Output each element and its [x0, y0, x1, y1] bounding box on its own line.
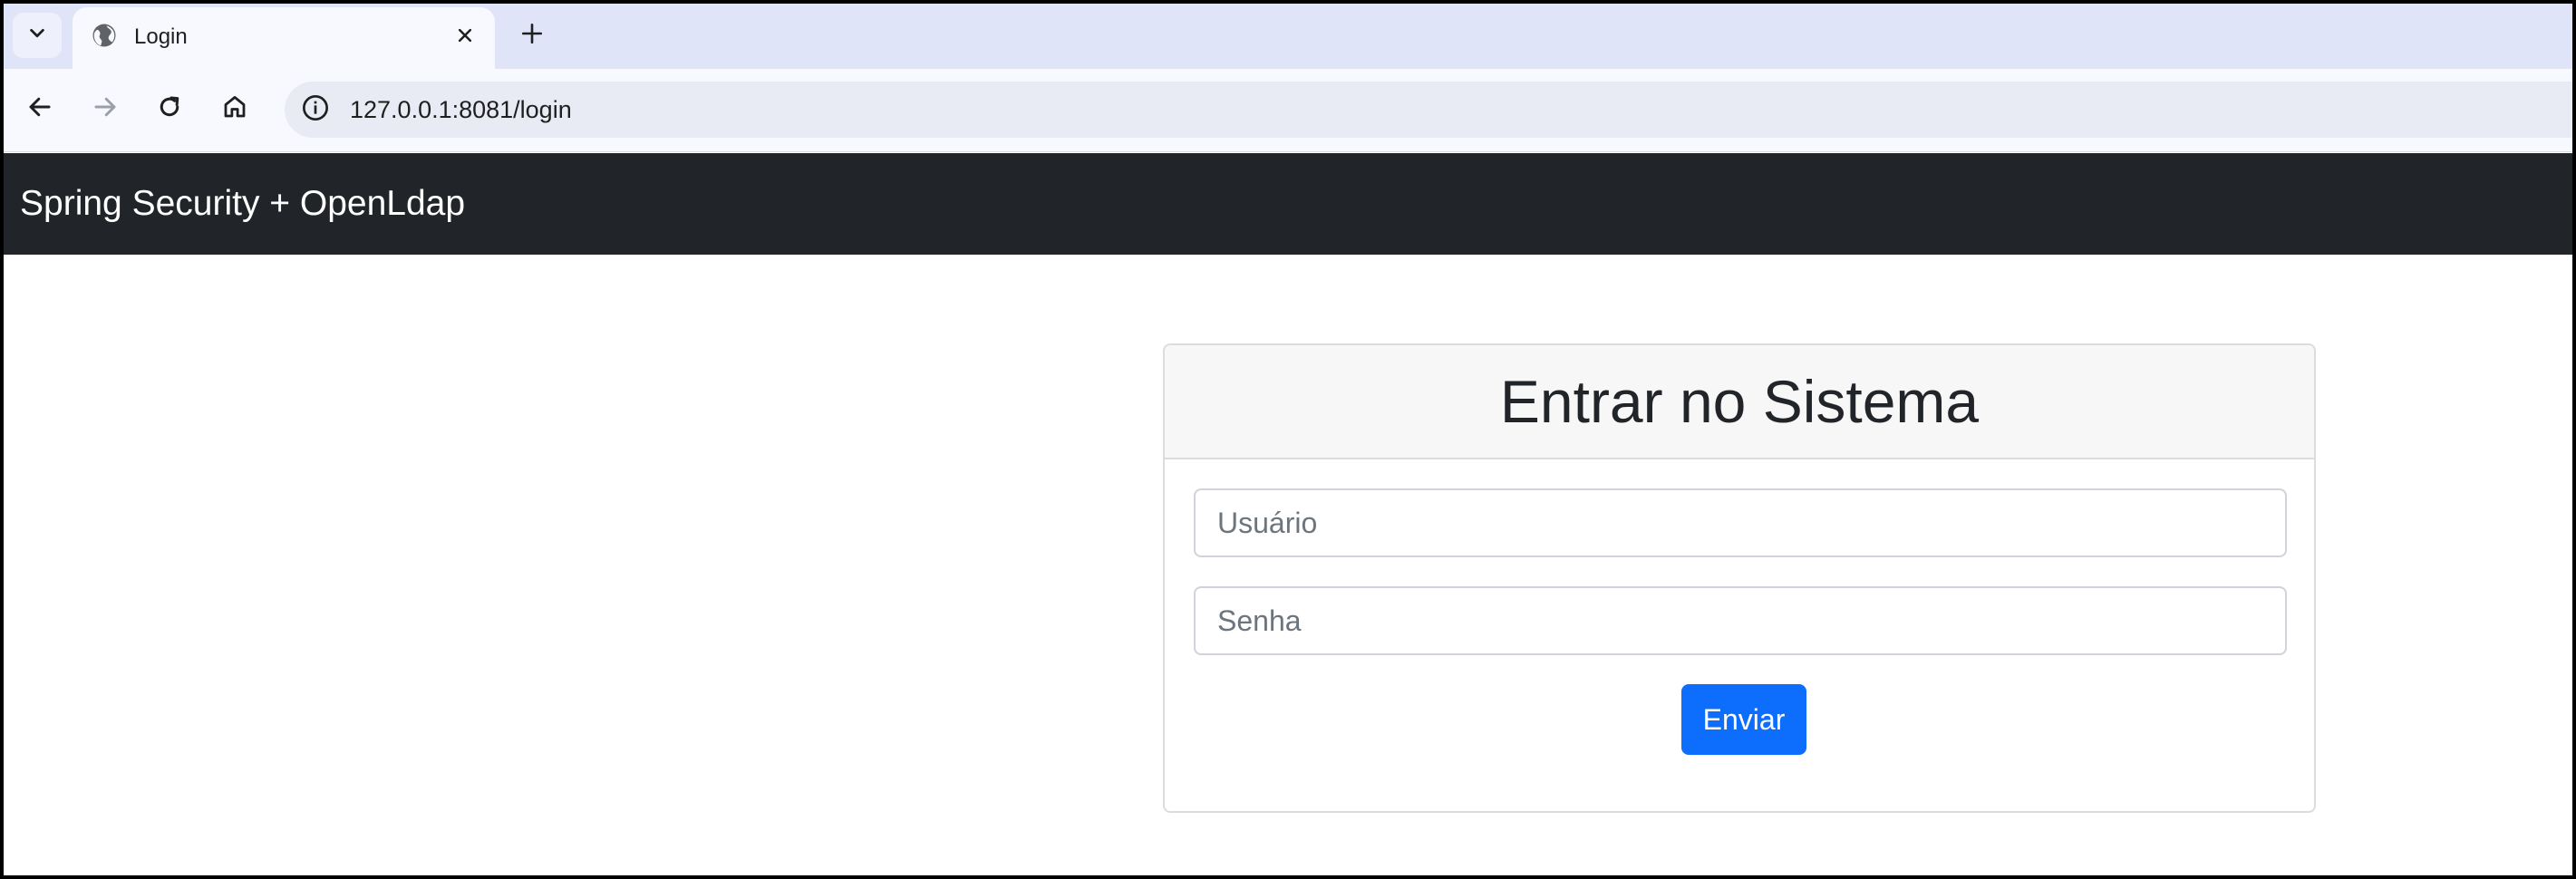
arrow-right-icon — [92, 93, 119, 125]
home-icon — [221, 93, 248, 125]
web-page: Spring Security + OpenLdap Entrar no Sis… — [4, 153, 2572, 875]
address-bar[interactable]: 127.0.0.1:8081/login — [285, 82, 2572, 138]
tab-title: Login — [134, 24, 188, 49]
arrow-left-icon — [26, 93, 53, 125]
password-input[interactable] — [1194, 586, 2287, 655]
plus-icon — [520, 22, 544, 50]
browser-toolbar: 127.0.0.1:8081/login — [4, 69, 2572, 152]
chevron-down-icon — [27, 24, 47, 48]
submit-button[interactable]: Enviar — [1681, 684, 1806, 755]
forward-button[interactable] — [82, 86, 128, 131]
reload-icon — [156, 93, 183, 125]
login-card-header: Entrar no Sistema — [1165, 345, 2314, 459]
login-card: Entrar no Sistema Enviar — [1163, 343, 2316, 813]
login-title: Entrar no Sistema — [1499, 368, 1980, 435]
tab-search-button[interactable] — [13, 13, 62, 58]
new-tab-button[interactable] — [511, 14, 553, 56]
site-info-button[interactable] — [295, 90, 335, 130]
globe-icon — [91, 22, 118, 49]
browser-window: Login 127.0.0.1:8081/login Spring Securi… — [4, 4, 2572, 875]
tab-login[interactable]: Login — [73, 7, 495, 69]
navbar: Spring Security + OpenLdap — [4, 153, 2572, 255]
info-icon — [301, 93, 330, 127]
username-input[interactable] — [1194, 488, 2287, 557]
reload-button[interactable] — [147, 86, 192, 131]
back-button[interactable] — [17, 86, 63, 131]
navbar-brand[interactable]: Spring Security + OpenLdap — [20, 184, 465, 224]
tab-strip: Login — [4, 4, 2572, 69]
home-button[interactable] — [212, 86, 257, 131]
url-text[interactable]: 127.0.0.1:8081/login — [350, 96, 572, 124]
close-icon[interactable] — [450, 20, 480, 51]
